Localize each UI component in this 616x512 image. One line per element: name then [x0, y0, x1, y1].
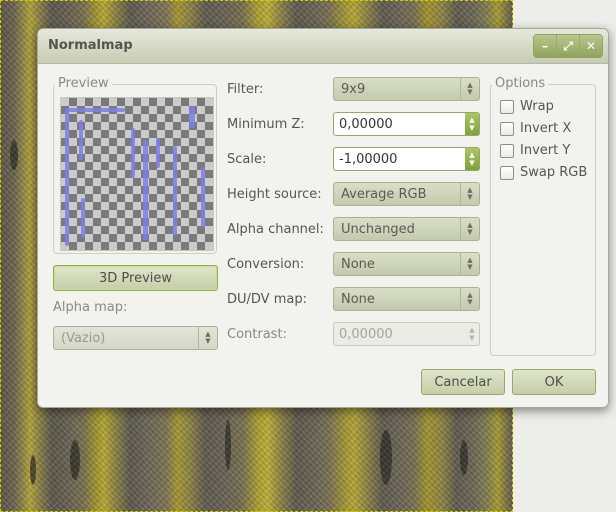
filter-value: 9x9 [341, 81, 366, 97]
preview-stroke [189, 106, 195, 128]
ok-button[interactable]: OK [512, 369, 596, 395]
conversion-label: Conversion: [227, 257, 305, 272]
options-group-label: Options [492, 76, 549, 91]
filter-select[interactable]: 9x9 ▲ ▼ [333, 77, 480, 101]
select-arrows-icon: ▲ ▼ [460, 253, 479, 275]
dudv-map-select[interactable]: None ▲ ▼ [333, 287, 480, 311]
dudv-map-value: None [341, 291, 375, 307]
minimum-z-spinbutton[interactable]: 0,00000 ▲ ▼ [333, 112, 480, 136]
select-arrows-icon: ▲ ▼ [460, 218, 479, 240]
select-arrows-icon: ▲ ▼ [460, 288, 479, 310]
preview-stroke [143, 140, 148, 240]
preview-stroke [81, 198, 85, 238]
contrast-value: 0,00000 [339, 326, 393, 342]
checkbox-box[interactable] [500, 121, 514, 136]
maximize-icon: ⤢ [563, 38, 573, 53]
preview-stroke [201, 168, 205, 228]
spin-arrows-icon[interactable]: ▲ ▼ [465, 113, 479, 135]
select-arrows-icon: ▲ ▼ [198, 327, 217, 349]
preview-stroke [65, 108, 69, 246]
preview-stroke [156, 138, 160, 168]
conversion-select[interactable]: None ▲ ▼ [333, 252, 480, 276]
wrap-checkbox[interactable]: Wrap [500, 99, 554, 114]
alpha-map-select[interactable]: (Vazio) ▲ ▼ [53, 326, 218, 350]
dialog-title: Normalmap [48, 38, 133, 53]
alpha-channel-select[interactable]: Unchanged ▲ ▼ [333, 217, 480, 241]
select-arrows-icon: ▲ ▼ [460, 183, 479, 205]
close-icon: ✕ [585, 39, 597, 53]
invert-y-checkbox[interactable]: Invert Y [500, 143, 570, 158]
checkbox-box[interactable] [500, 165, 514, 180]
cancel-button[interactable]: Cancelar [421, 369, 505, 395]
minimize-button[interactable]: – [534, 35, 556, 57]
swap-rgb-label: Swap RGB [520, 165, 588, 180]
dudv-map-label: DU/DV map: [227, 292, 307, 307]
height-source-value: Average RGB [341, 186, 427, 202]
alpha-channel-value: Unchanged [341, 221, 415, 237]
preview-stroke [173, 146, 177, 236]
checkbox-box[interactable] [500, 143, 514, 158]
conversion-value: None [341, 256, 375, 272]
cancel-button-label: Cancelar [434, 374, 492, 390]
window-controls: – ⤢ ✕ [533, 34, 603, 58]
preview-image [60, 97, 214, 251]
height-source-label: Height source: [227, 187, 322, 202]
3d-preview-button[interactable]: 3D Preview [53, 265, 218, 291]
invert-x-label: Invert X [520, 121, 572, 136]
invert-x-checkbox[interactable]: Invert X [500, 121, 571, 136]
alpha-map-value: (Vazio) [61, 330, 106, 346]
minimum-z-value: 0,00000 [339, 116, 393, 132]
3d-preview-button-label: 3D Preview [98, 270, 173, 286]
preview-stroke [79, 120, 83, 160]
normalmap-dialog: Normalmap – ⤢ ✕ Preview 3D Preview Alpha… [37, 28, 609, 408]
scale-label: Scale: [227, 152, 267, 167]
filter-label: Filter: [227, 82, 264, 97]
checkbox-box[interactable] [500, 99, 514, 114]
wrap-label: Wrap [520, 99, 554, 114]
alpha-channel-label: Alpha channel: [227, 222, 324, 237]
close-button[interactable]: ✕ [579, 35, 602, 57]
maximize-button[interactable]: ⤢ [556, 35, 579, 57]
height-source-select[interactable]: Average RGB ▲ ▼ [333, 182, 480, 206]
select-arrows-icon: ▲ ▼ [460, 78, 479, 100]
minimize-icon: – [542, 39, 548, 53]
scale-value: -1,00000 [339, 151, 398, 167]
preview-stroke [131, 128, 135, 178]
contrast-label: Contrast: [227, 327, 287, 342]
swap-rgb-checkbox[interactable]: Swap RGB [500, 165, 587, 180]
contrast-spinbutton[interactable]: 0,00000 ▲ ▼ [333, 322, 480, 346]
alpha-map-label: Alpha map: [53, 300, 128, 315]
invert-y-label: Invert Y [520, 143, 571, 158]
spin-arrows-icon[interactable]: ▲ ▼ [465, 148, 479, 170]
scale-spinbutton[interactable]: -1,00000 ▲ ▼ [333, 147, 480, 171]
titlebar[interactable]: Normalmap – ⤢ ✕ [38, 29, 608, 64]
ok-button-label: OK [544, 374, 564, 390]
preview-stroke [65, 108, 125, 112]
minimum-z-label: Minimum Z: [227, 117, 305, 132]
spin-arrows-icon: ▲ ▼ [469, 326, 475, 342]
preview-group-label: Preview [55, 76, 112, 91]
